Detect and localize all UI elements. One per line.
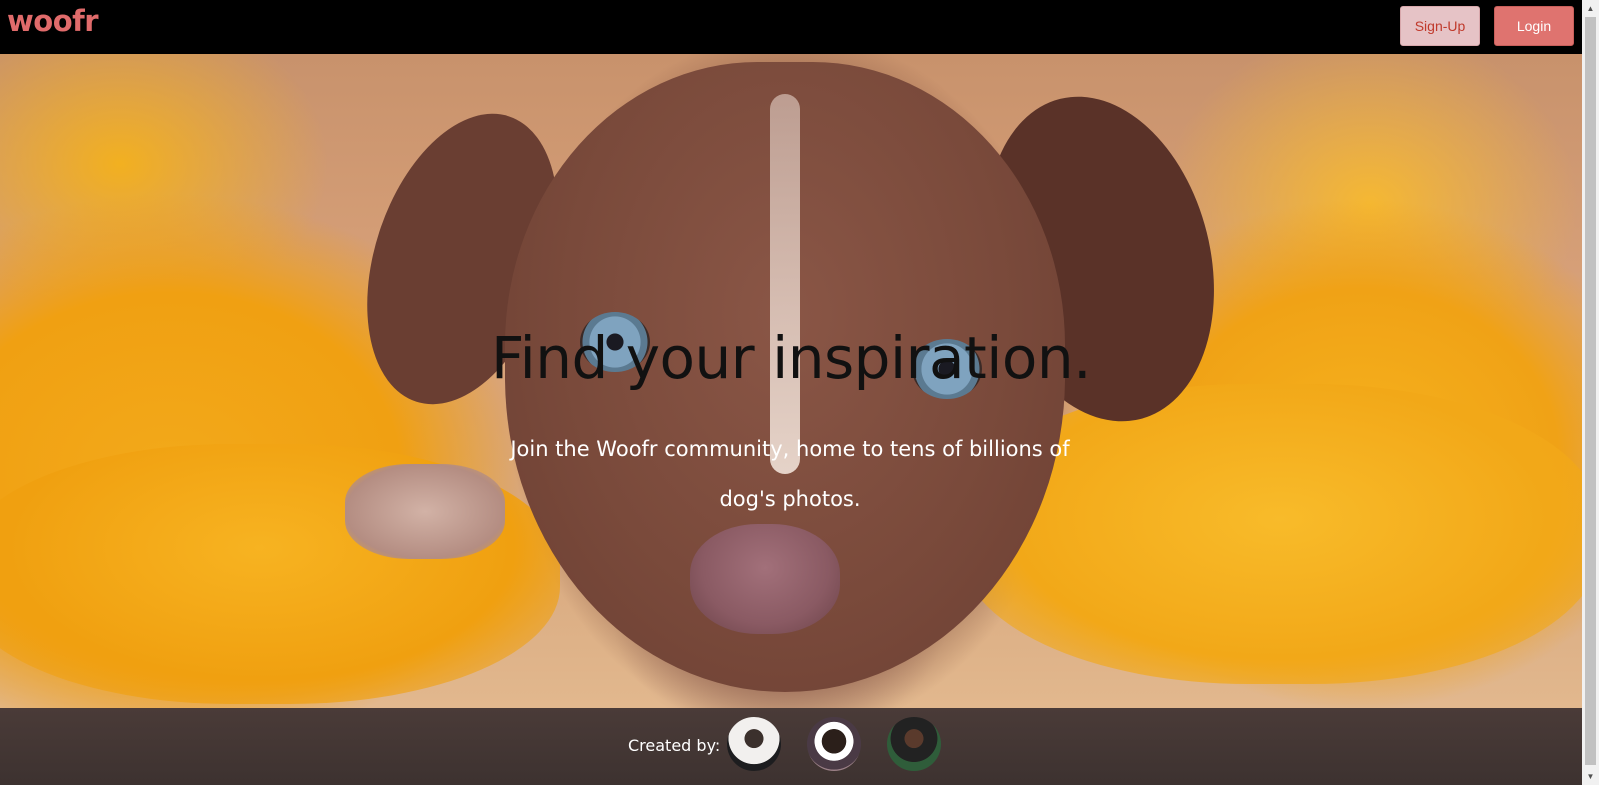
scroll-down-arrow-icon[interactable]: ▼ xyxy=(1582,768,1599,785)
woofr-logo[interactable]: woofr xyxy=(7,4,99,38)
hero-dog-nose xyxy=(690,524,840,634)
hero-dog-stripe xyxy=(770,94,800,474)
creator-avatar-3[interactable] xyxy=(887,717,941,771)
creator-avatar-1[interactable] xyxy=(727,717,781,771)
hero-subtitle: Join the Woofr community, home to tens o… xyxy=(510,437,1070,511)
login-button[interactable]: Login xyxy=(1494,6,1574,46)
vertical-scrollbar[interactable]: ▲ ▼ xyxy=(1582,0,1599,785)
created-by-label: Created by: xyxy=(628,736,721,755)
top-navbar: woofr Sign-Up Login xyxy=(0,0,1582,54)
scroll-up-arrow-icon[interactable]: ▲ xyxy=(1582,0,1599,17)
creator-avatar-2[interactable] xyxy=(807,717,861,771)
hero-section: Find your inspiration. Join the Woofr co… xyxy=(0,54,1582,708)
footer: Created by: xyxy=(0,708,1582,785)
scrollbar-thumb[interactable] xyxy=(1585,17,1596,765)
signup-button[interactable]: Sign-Up xyxy=(1400,6,1480,46)
hero-title: Find your inspiration. xyxy=(490,324,1092,392)
hero-dog-paw xyxy=(345,464,505,559)
